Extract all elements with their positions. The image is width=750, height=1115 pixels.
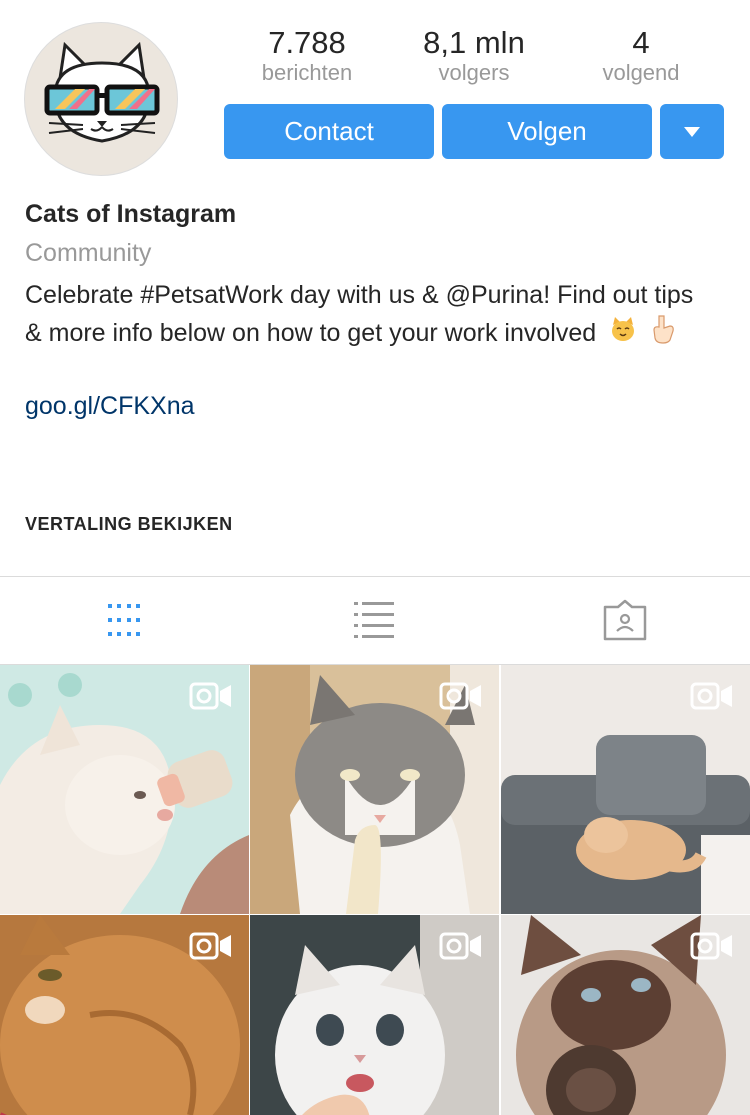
stat-posts-value: 7.788: [268, 25, 346, 60]
tagged-icon: [603, 599, 647, 641]
profile-category: Community: [25, 239, 152, 267]
divider: [0, 576, 750, 577]
tab-tagged[interactable]: [600, 595, 650, 645]
post-thumbnail-kitten-bottle[interactable]: [0, 665, 249, 914]
post-thumbnail-cat-banana[interactable]: [250, 665, 499, 914]
cat-face-icon: [609, 315, 637, 354]
video-icon: [690, 932, 732, 960]
tab-list[interactable]: [349, 595, 399, 645]
posts-grid: [0, 665, 750, 1115]
video-icon: [439, 682, 481, 710]
profile-avatar[interactable]: [24, 22, 178, 176]
follow-button[interactable]: Volgen: [442, 104, 652, 159]
post-thumbnail-fluffy-kitten[interactable]: [250, 915, 499, 1115]
video-icon: [690, 682, 732, 710]
stat-followers[interactable]: 8,1 mln volgers: [391, 26, 557, 86]
profile-stats: 7.788 berichten 8,1 mln volgers 4 volgen…: [224, 26, 724, 86]
profile-page: 7.788 berichten 8,1 mln volgers 4 volgen…: [0, 0, 750, 1115]
profile-name: Cats of Instagram: [25, 200, 237, 228]
video-icon: [189, 932, 231, 960]
profile-website-link[interactable]: goo.gl/CFKXna: [25, 392, 195, 421]
stat-followers-value: 8,1 mln: [423, 25, 525, 60]
stat-posts-label: berichten: [261, 60, 353, 85]
profile-bio-text: Celebrate #PetsatWork day with us & @Pur…: [25, 281, 694, 348]
stat-followers-label: volgers: [438, 60, 510, 85]
stat-following-value: 4: [632, 25, 650, 60]
cat-logo-icon: [44, 41, 160, 143]
list-icon: [354, 602, 394, 638]
grid-icon: [108, 604, 140, 636]
suggestions-dropdown-button[interactable]: [660, 104, 724, 159]
pointing-down-icon: [650, 314, 676, 355]
stat-posts[interactable]: 7.788 berichten: [224, 26, 390, 86]
post-thumbnail-cat-sofa[interactable]: [501, 665, 750, 914]
chevron-down-icon: [684, 126, 700, 137]
post-thumbnail-siamese-cat[interactable]: [501, 915, 750, 1115]
profile-bio: Celebrate #PetsatWork day with us & @Pur…: [25, 276, 715, 355]
video-icon: [439, 932, 481, 960]
stat-following-label: volgend: [602, 60, 680, 85]
tab-grid[interactable]: [99, 595, 149, 645]
video-icon: [189, 682, 231, 710]
stat-following[interactable]: 4 volgend: [558, 26, 724, 86]
post-thumbnail-ginger-cat[interactable]: [0, 915, 249, 1115]
see-translation-link[interactable]: VERTALING BEKIJKEN: [25, 514, 233, 535]
contact-button[interactable]: Contact: [224, 104, 434, 159]
